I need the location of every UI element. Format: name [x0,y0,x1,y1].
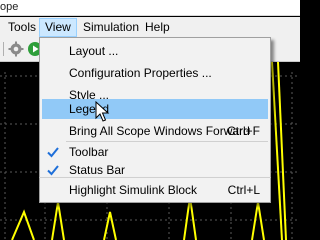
menu-item-label: Layout ... [69,44,119,58]
window-title-bar: ope [0,0,300,16]
menu-item-label: Toolbar [69,145,109,159]
menu-item-label: Bring All Scope Windows Forward [69,124,250,138]
menu-item-toolbar[interactable]: Toolbar [42,142,268,162]
menu-tools[interactable]: Tools [2,18,42,37]
menu-item-label: Configuration Properties ... [69,66,212,80]
menu-item-bring-all-scope-windows-forward[interactable]: Bring All Scope Windows Forward Ctrl+F [42,121,268,141]
menu-simulation[interactable]: Simulation [77,18,145,37]
checkmark-icon [47,147,59,158]
settings-gear-icon[interactable] [8,41,24,57]
checkmark-icon [47,165,59,176]
menu-item-legend[interactable]: Legend [42,99,268,119]
menu-view[interactable]: View [39,18,77,37]
menu-item-shortcut: Ctrl+L [227,183,260,197]
menu-bar: Tools View Simulation Help [0,17,300,37]
menu-item-shortcut: Ctrl+F [227,124,260,138]
view-menu-dropdown-lower: Highlight Simulink Block Ctrl+L [39,177,271,203]
menu-item-layout[interactable]: Layout ... [42,41,268,61]
menu-item-label: Highlight Simulink Block [69,183,198,197]
menu-item-configuration-properties[interactable]: Configuration Properties ... [42,63,268,83]
menu-help[interactable]: Help [139,18,176,37]
toolbar-separator [3,42,4,56]
window-title: ope [0,1,19,13]
mouse-pointer-icon [95,101,110,122]
menu-item-highlight-simulink-block[interactable]: Highlight Simulink Block Ctrl+L [42,180,268,200]
view-menu-dropdown: Layout ... Configuration Properties ... … [39,37,271,180]
